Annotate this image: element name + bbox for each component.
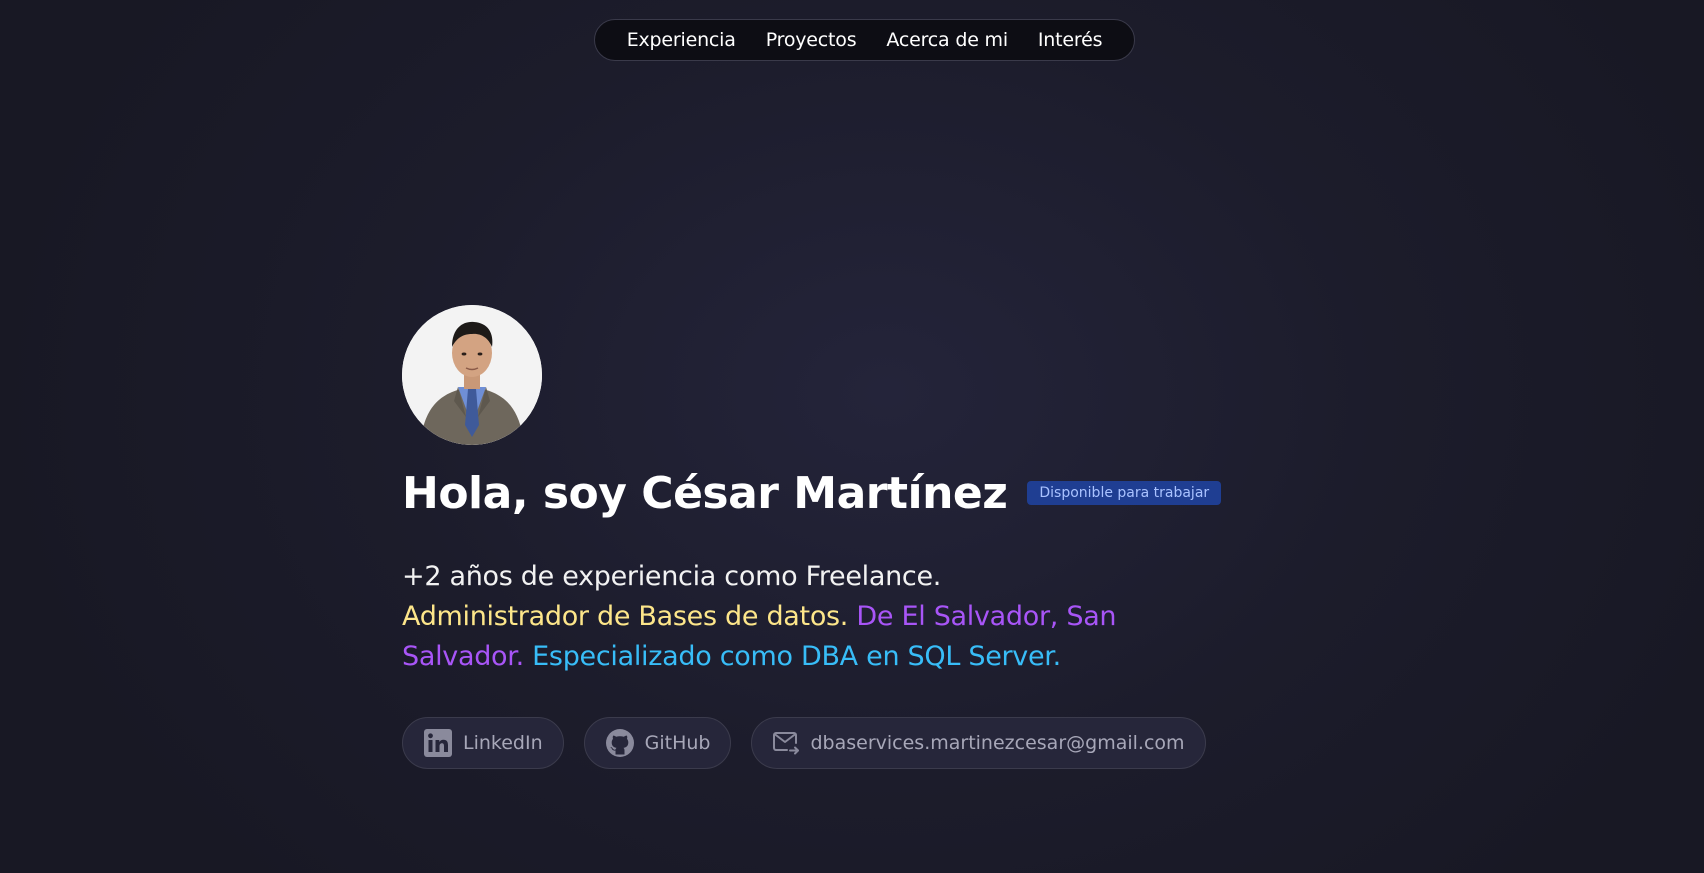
title-row: Hola, soy César Martínez Disponible para…	[402, 465, 1222, 521]
nav-item-interes[interactable]: Interés	[1023, 29, 1117, 51]
github-icon	[605, 728, 635, 758]
linkedin-icon	[423, 728, 453, 758]
mail-icon	[772, 729, 800, 757]
hero-section: Hola, soy César Martínez Disponible para…	[402, 305, 1222, 769]
github-button[interactable]: GitHub	[583, 717, 732, 769]
email-label: dbaservices.martinezcesar@gmail.com	[810, 732, 1185, 754]
profile-photo	[402, 305, 542, 445]
specialty-text: Especializado como DBA en SQL Server.	[532, 641, 1061, 672]
social-links: LinkedIn GitHub dbaservices.martinezcesa…	[402, 717, 1222, 769]
hero-description: +2 años de experiencia como Freelance. A…	[402, 557, 1162, 677]
nav-item-acerca-de-mi[interactable]: Acerca de mi	[871, 29, 1023, 51]
linkedin-button[interactable]: LinkedIn	[402, 717, 564, 769]
github-label: GitHub	[644, 732, 711, 754]
avatar	[402, 305, 542, 445]
linkedin-label: LinkedIn	[463, 732, 543, 754]
status-badge: Disponible para trabajar	[1027, 481, 1222, 505]
role-text: Administrador de Bases de datos.	[402, 601, 849, 632]
nav-item-experiencia[interactable]: Experiencia	[612, 29, 751, 51]
top-nav: Experiencia Proyectos Acerca de mi Inter…	[594, 19, 1135, 61]
nav-item-proyectos[interactable]: Proyectos	[751, 29, 872, 51]
email-button[interactable]: dbaservices.martinezcesar@gmail.com	[751, 717, 1206, 769]
page-title: Hola, soy César Martínez	[402, 467, 1008, 519]
experience-text: +2 años de experiencia como Freelance.	[402, 561, 942, 592]
